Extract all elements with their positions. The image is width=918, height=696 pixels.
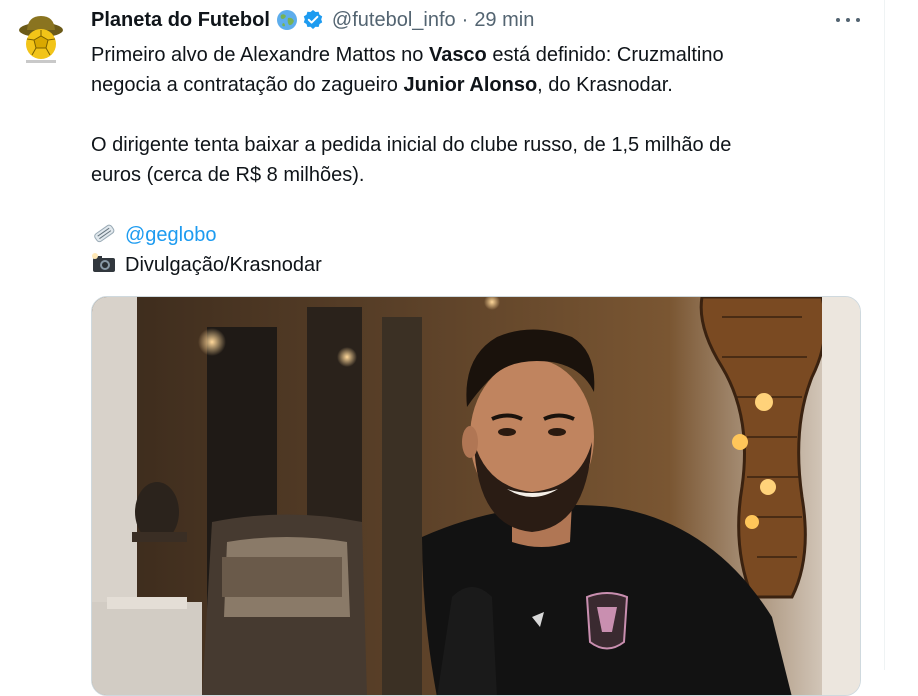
newspaper-emoji-icon	[91, 222, 117, 244]
photo-credit-line: Divulgação/Krasnodar	[91, 250, 861, 280]
text-segment: está definido: Cruzmaltino	[486, 44, 724, 66]
timestamp[interactable]: 29 min	[474, 9, 534, 32]
text-line-2: negocia a contratação do zagueiro Junior…	[91, 70, 861, 100]
verified-badge-icon[interactable]	[302, 9, 324, 31]
photo-credit-text: Divulgação/Krasnodar	[125, 254, 322, 276]
tweet[interactable]: Planeta do Futebol @futebol_info · 29 mi…	[0, 0, 885, 696]
text-segment: , do Krasnodar.	[537, 74, 673, 96]
avatar[interactable]	[12, 10, 70, 68]
bold-text-vasco: Vasco	[428, 44, 487, 66]
text-line-4: euros (cerca de R$ 8 milhões).	[91, 164, 365, 186]
display-name[interactable]: Planeta do Futebol	[91, 9, 270, 32]
text-segment: negocia a contratação do zagueiro	[91, 74, 404, 96]
camera-flash-emoji-icon	[91, 252, 117, 274]
tweet-photo[interactable]	[91, 296, 861, 696]
user-handle[interactable]: @futebol_info	[332, 9, 456, 32]
source-line: @geglobo	[91, 220, 861, 250]
text-line-3: O dirigente tenta baixar a pedida inicia…	[91, 134, 732, 156]
text-segment: Primeiro alvo de Alexandre Mattos no	[91, 44, 429, 66]
source-mention-link[interactable]: @geglobo	[125, 224, 216, 246]
separator-dot: ·	[461, 8, 469, 31]
more-options-icon[interactable]	[836, 10, 860, 30]
tweet-text: Primeiro alvo de Alexandre Mattos no Vas…	[91, 40, 861, 280]
bold-text-player: Junior Alonso	[403, 74, 538, 96]
tweet-header: Planeta do Futebol @futebol_info · 29 mi…	[91, 6, 534, 34]
globe-emoji-icon	[276, 9, 298, 31]
text-line-1: Primeiro alvo de Alexandre Mattos no Vas…	[91, 40, 861, 70]
